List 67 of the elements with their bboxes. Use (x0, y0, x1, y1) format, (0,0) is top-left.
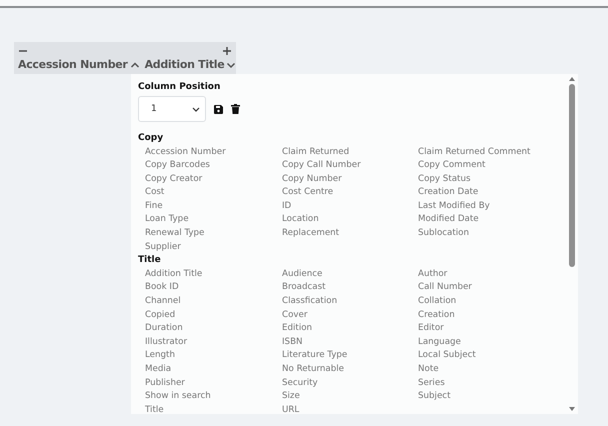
field-option[interactable]: Copy Comment (418, 159, 558, 173)
field-option[interactable]: Classfication (282, 294, 418, 309)
chevron-up-icon[interactable] (130, 60, 140, 70)
field-option[interactable]: Copy Creator (145, 172, 282, 186)
field-option[interactable]: Call Number (418, 281, 558, 295)
field-option[interactable]: Local Subject (418, 349, 558, 363)
field-option[interactable]: Author (418, 268, 558, 282)
field-option[interactable]: Broadcast (282, 281, 418, 295)
field-option[interactable]: Publisher (145, 376, 282, 390)
field-option[interactable]: Audience (282, 268, 418, 282)
field-option[interactable]: Note (418, 362, 558, 376)
trash-icon[interactable] (231, 104, 240, 114)
field-option[interactable]: Cost (145, 186, 282, 200)
group-heading: Copy (138, 132, 164, 145)
field-option[interactable]: Length (145, 349, 282, 363)
field-option[interactable]: Fine (145, 200, 282, 214)
column-header[interactable]: Addition Title (144, 58, 224, 71)
field-option[interactable]: No Returnable (282, 362, 418, 376)
field-option[interactable]: Modified Date (418, 213, 558, 228)
position-select[interactable]: 1 (138, 96, 206, 122)
scroll-down-icon[interactable] (569, 407, 575, 411)
field-option[interactable]: Language (418, 336, 558, 350)
field-option[interactable]: Addition Title (145, 268, 282, 282)
field-option[interactable]: URL (282, 404, 418, 414)
field-option[interactable]: Duration (145, 322, 282, 336)
scroll-up-icon[interactable] (569, 77, 575, 81)
field-option[interactable]: Editor (418, 322, 558, 336)
field-option[interactable]: Copy Call Number (282, 159, 418, 173)
field-option[interactable]: Copy Number (282, 172, 418, 186)
field-option[interactable]: Security (282, 376, 418, 390)
field-label: Column Position (138, 82, 222, 92)
group-heading: Title (138, 254, 162, 268)
field-option[interactable]: Location (282, 213, 418, 228)
field-option[interactable]: Supplier (145, 240, 282, 254)
field-option[interactable]: Title (145, 404, 282, 414)
field-option[interactable]: Illustrator (145, 336, 282, 350)
field-option[interactable]: Loan Type (145, 213, 282, 228)
field-option[interactable]: Accession Number (145, 146, 282, 160)
save-icon[interactable] (214, 104, 223, 114)
field-option[interactable]: Book ID (145, 281, 282, 295)
field-option[interactable]: Replacement (282, 227, 418, 241)
column-header[interactable]: Accession Number (18, 58, 128, 71)
field-option[interactable]: Cover (282, 308, 418, 322)
field-option[interactable]: Claim Returned Comment (418, 146, 558, 160)
field-option[interactable]: Channel (145, 294, 282, 309)
field-option[interactable]: Last Modified By (418, 200, 558, 214)
plus-icon[interactable] (222, 46, 232, 56)
chevron-down-icon[interactable] (192, 105, 200, 113)
field-option[interactable]: Cost Centre (282, 186, 418, 200)
field-option[interactable]: Size (282, 390, 418, 404)
field-option[interactable]: Subject (418, 390, 558, 404)
field-option[interactable]: Series (418, 376, 558, 390)
field-option[interactable]: Copy Status (418, 172, 558, 186)
field-option[interactable]: Renewal Type (145, 227, 282, 241)
field-option[interactable]: Copy Barcodes (145, 159, 282, 173)
field-option[interactable]: Literature Type (282, 349, 418, 363)
field-option[interactable]: Copied (145, 308, 282, 322)
field-option[interactable]: ID (282, 200, 418, 214)
field-option[interactable]: Claim Returned (282, 146, 418, 160)
field-option[interactable]: Creation Date (418, 186, 558, 200)
field-option[interactable]: Media (145, 362, 282, 376)
field-option[interactable]: Collation (418, 294, 558, 309)
field-option[interactable]: Sublocation (418, 227, 558, 241)
field-option[interactable]: ISBN (282, 336, 418, 350)
field-option[interactable]: Edition (282, 322, 418, 336)
field-option[interactable]: Show in search (145, 390, 282, 404)
field-option[interactable]: Creation (418, 308, 558, 322)
